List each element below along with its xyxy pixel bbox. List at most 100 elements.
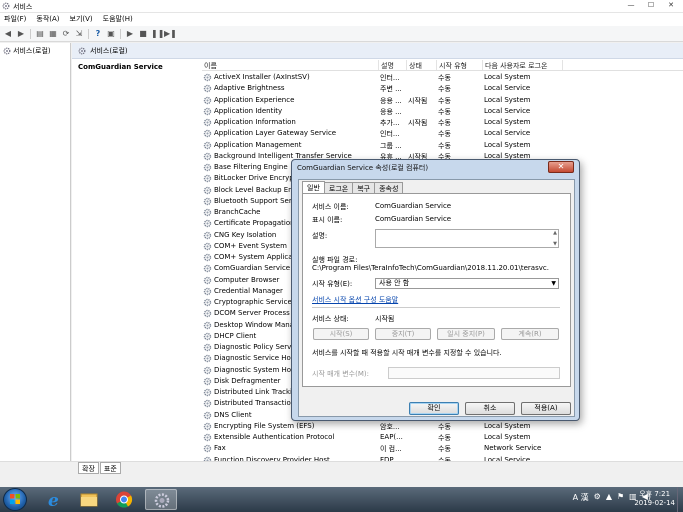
table-row[interactable]: Adaptive Brightness 주변 ... 수동 Local Service — [202, 83, 683, 94]
forward-arrow-icon[interactable]: ▶ — [16, 29, 26, 39]
taskbar-chrome[interactable] — [108, 489, 140, 510]
service-logon-cell: Local System — [484, 95, 531, 104]
sort-ascending-icon: ^ — [282, 59, 288, 64]
service-startup-cell: 수동 — [438, 130, 451, 139]
table-row[interactable]: Application Experience 응용 ... 시작됨 수동 Local S… — [202, 95, 683, 106]
service-name-cell: Encrypting File System (EFS) — [214, 421, 315, 430]
service-gear-icon — [203, 355, 212, 363]
dialog-title: ComGuardian Service 속성(로컬 컴퓨터) — [297, 164, 429, 172]
service-name-value: ComGuardian Service — [375, 202, 452, 210]
pause-button-dialog[interactable]: 일시 중지(P) — [437, 328, 495, 340]
menu-action[interactable]: 동작(A) — [36, 13, 59, 26]
table-row[interactable]: Extensible Authentication Protocol EAP(..… — [202, 432, 683, 443]
table-row[interactable]: Application Information 추가... 시작됨 수동 Local S… — [202, 117, 683, 128]
service-startup-cell: 수동 — [438, 141, 451, 150]
service-gear-icon — [203, 265, 212, 273]
tab-general[interactable]: 일반 — [302, 181, 325, 193]
tray-expand-icon[interactable]: ▲ — [606, 492, 612, 503]
service-status-cell: 시작됨 — [408, 96, 428, 105]
clock[interactable]: 오후 7:21 2019-02-14 — [634, 490, 675, 508]
language-indicator[interactable]: A 漢 — [573, 492, 589, 503]
table-row[interactable]: Application Layer Gateway Service 인터... 수동… — [202, 128, 683, 139]
startup-type-select[interactable]: 사용 안 함 ▼ — [375, 278, 559, 289]
start-params-input[interactable] — [388, 367, 560, 379]
service-startup-cell: 수동 — [438, 107, 451, 116]
pause-service-icon[interactable]: ❚❚ — [151, 29, 164, 39]
export-icon[interactable]: ⇲ — [74, 29, 84, 39]
path-value: C:\Program Files\TeraInfoTech\ComGuardia… — [312, 264, 549, 272]
start-button-dialog[interactable]: 시작(S) — [313, 328, 369, 340]
column-header-name[interactable]: 이름 — [204, 61, 217, 71]
properties-icon[interactable]: ▦ — [48, 29, 58, 39]
menu-file[interactable]: 파일(F) — [4, 13, 26, 26]
service-gear-icon — [203, 310, 212, 318]
ime-icon[interactable]: ⚙ — [594, 492, 601, 503]
services-gear-icon — [2, 2, 10, 10]
description-box[interactable]: ▲ ▼ — [375, 229, 559, 248]
taskbar-internet-explorer[interactable]: e — [38, 489, 70, 511]
tab-recovery[interactable]: 복구 — [352, 182, 376, 193]
ok-button[interactable]: 확인 — [409, 402, 459, 415]
column-header-logon-as[interactable]: 다음 사용자로 로그온 — [485, 61, 547, 71]
column-header-status[interactable]: 상태 — [409, 61, 422, 71]
tab-dependencies[interactable]: 종속성 — [374, 182, 404, 193]
restart-service-icon[interactable]: ▶❚ — [164, 29, 177, 39]
service-logon-cell: Local Service — [484, 106, 531, 115]
services-gear-icon — [78, 47, 86, 54]
service-gear-icon — [203, 152, 212, 160]
cancel-button[interactable]: 취소 — [465, 402, 515, 415]
service-gear-icon — [203, 253, 212, 262]
tab-extended[interactable]: 확장 — [78, 462, 99, 474]
close-button[interactable]: ✕ — [661, 0, 681, 11]
scroll-down-icon[interactable]: ▼ — [553, 241, 557, 247]
table-row[interactable]: Application Management 그룹 ... 수동 Local Syst… — [202, 140, 683, 151]
menu-help[interactable]: 도움말(H) — [103, 13, 133, 26]
service-description-cell: 암호... — [380, 422, 400, 431]
table-row[interactable]: Fax 이 컴... 수동 Network Service — [202, 443, 683, 454]
stop-button-dialog[interactable]: 중지(T) — [375, 328, 431, 340]
selected-service-name: ComGuardian Service — [78, 63, 163, 71]
action-center-icon[interactable]: ⚑ — [617, 492, 624, 503]
startup-help-link[interactable]: 서비스 시작 옵션 구성 도움말 — [312, 295, 398, 305]
service-gear-icon — [203, 130, 212, 138]
taskbar-services[interactable] — [145, 489, 177, 510]
dialog-body: 일반 로그온 복구 종속성 서비스 이름: ComGuardian Servic… — [298, 179, 575, 417]
table-row[interactable]: Application Identity 응용 ... 수동 Local Servic… — [202, 106, 683, 117]
table-row[interactable]: ActiveX Installer (AxInstSV) 인터... 수동 Local… — [202, 72, 683, 83]
service-status-cell: 시작됨 — [408, 119, 428, 127]
column-header-description[interactable]: 설명 — [381, 61, 394, 71]
menu-view[interactable]: 보기(V) — [70, 13, 93, 26]
stop-service-icon[interactable]: ■ — [138, 29, 148, 39]
column-header-startup-type[interactable]: 시작 유형 — [439, 61, 467, 71]
tab-logon[interactable]: 로그온 — [323, 182, 354, 193]
service-gear-icon — [203, 366, 212, 374]
window-list-icon[interactable]: ▣ — [106, 29, 116, 39]
service-gear-icon — [203, 220, 212, 228]
minimize-button[interactable]: — — [621, 0, 641, 11]
refresh-icon[interactable]: ⟳ — [61, 29, 71, 39]
tree-item-services-local[interactable]: 서비스(로컬) — [3, 46, 51, 56]
taskbar-file-explorer[interactable] — [73, 489, 105, 510]
back-arrow-icon[interactable]: ◀ — [3, 29, 13, 39]
resume-button-dialog[interactable]: 계속(R) — [501, 328, 559, 340]
service-properties-dialog: ComGuardian Service 속성(로컬 컴퓨터) ✕ 일반 로그온 … — [291, 159, 580, 421]
chevron-down-icon: ▼ — [551, 280, 556, 287]
service-name-cell: Adaptive Brightness — [214, 84, 285, 93]
console-tree-icon[interactable]: ▤ — [35, 29, 45, 39]
table-row[interactable]: Encrypting File System (EFS) 암호... 수동 Local… — [202, 421, 683, 432]
start-service-icon[interactable]: ▶ — [125, 29, 135, 39]
service-logon-cell: Local System — [484, 140, 531, 149]
tab-standard[interactable]: 표준 — [99, 462, 121, 474]
service-logon-cell: Local Service — [484, 84, 531, 93]
scroll-up-icon[interactable]: ▲ — [553, 230, 557, 236]
help-icon[interactable]: ? — [93, 29, 103, 39]
maximize-button[interactable]: ☐ — [641, 0, 661, 11]
start-button[interactable] — [3, 488, 27, 511]
service-logon-cell: Local System — [484, 433, 531, 441]
service-status-value: 시작됨 — [375, 315, 395, 323]
service-gear-icon — [203, 141, 212, 149]
apply-button[interactable]: 적용(A) — [521, 402, 571, 415]
show-desktop-button[interactable] — [677, 487, 683, 512]
dialog-close-button[interactable]: ✕ — [548, 161, 574, 173]
services-gear-icon — [3, 47, 11, 55]
